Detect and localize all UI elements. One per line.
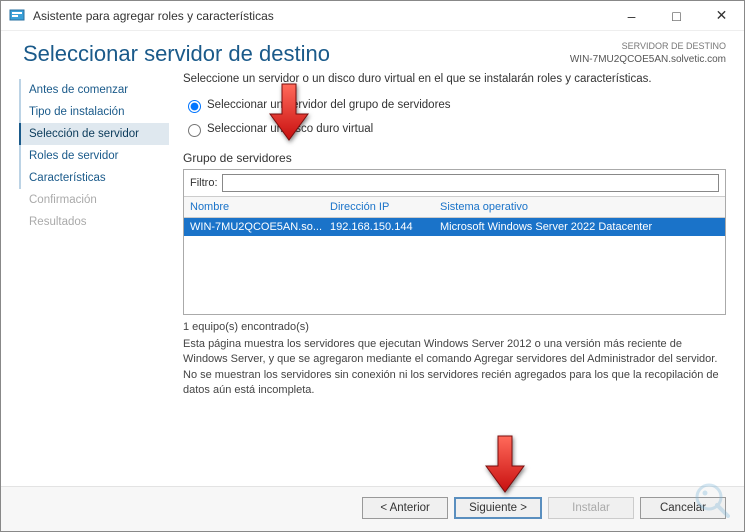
step-features[interactable]: Características <box>19 167 169 189</box>
step-install-type[interactable]: Tipo de instalación <box>19 101 169 123</box>
close-button[interactable]: ✕ <box>699 1 744 30</box>
server-pool: Filtro: Nombre Dirección IP Sistema oper… <box>183 169 726 315</box>
next-button[interactable]: Siguiente > <box>454 497 542 519</box>
step-server-selection[interactable]: Selección de servidor <box>19 123 169 145</box>
table-header: Nombre Dirección IP Sistema operativo <box>184 196 725 218</box>
radio-server-pool-input[interactable] <box>188 100 201 113</box>
cell-name: WIN-7MU2QCOE5AN.so... <box>190 221 330 233</box>
cell-ip: 192.168.150.144 <box>330 221 440 233</box>
radio-server-pool[interactable]: Seleccionar un servidor del grupo de ser… <box>183 97 726 113</box>
previous-button[interactable]: < Anterior <box>362 497 448 519</box>
step-server-roles[interactable]: Roles de servidor <box>19 145 169 167</box>
footer: < Anterior Siguiente > Instalar Cancelar <box>1 486 744 531</box>
window-title: Asistente para agregar roles y caracterí… <box>33 9 609 23</box>
step-results: Resultados <box>19 211 169 233</box>
page-title: Seleccionar servidor de destino <box>23 41 570 67</box>
window-buttons: – □ ✕ <box>609 1 744 30</box>
server-pool-label: Grupo de servidores <box>183 151 726 165</box>
filter-row: Filtro: <box>184 170 725 196</box>
table-body: WIN-7MU2QCOE5AN.so... 192.168.150.144 Mi… <box>184 218 725 314</box>
titlebar: Asistente para agregar roles y caracterí… <box>1 1 744 31</box>
count-label: 1 equipo(s) encontrado(s) <box>183 321 726 333</box>
filter-label: Filtro: <box>190 177 218 189</box>
radio-server-pool-label: Seleccionar un servidor del grupo de ser… <box>207 99 451 111</box>
col-os[interactable]: Sistema operativo <box>440 201 719 213</box>
destination-server: WIN-7MU2QCOE5AN.solvetic.com <box>570 53 726 66</box>
step-confirmation: Confirmación <box>19 189 169 211</box>
table-row[interactable]: WIN-7MU2QCOE5AN.so... 192.168.150.144 Mi… <box>184 218 725 236</box>
radio-vhd-input[interactable] <box>188 124 201 137</box>
minimize-button[interactable]: – <box>609 1 654 30</box>
destination-block: SERVIDOR DE DESTINO WIN-7MU2QCOE5AN.solv… <box>570 41 726 66</box>
sidebar: Antes de comenzar Tipo de instalación Se… <box>19 73 169 486</box>
wizard-window: Asistente para agregar roles y caracterí… <box>0 0 745 532</box>
col-ip[interactable]: Dirección IP <box>330 201 440 213</box>
radio-vhd[interactable]: Seleccionar un disco duro virtual <box>183 121 726 137</box>
cell-os: Microsoft Windows Server 2022 Datacenter <box>440 221 719 233</box>
install-button: Instalar <box>548 497 634 519</box>
footnote-text: Esta página muestra los servidores que e… <box>183 337 726 399</box>
body: Antes de comenzar Tipo de instalación Se… <box>1 73 744 486</box>
step-before-begin[interactable]: Antes de comenzar <box>19 79 169 101</box>
col-name[interactable]: Nombre <box>190 201 330 213</box>
instruction-text: Seleccione un servidor o un disco duro v… <box>183 73 726 85</box>
watermark-icon <box>691 479 733 526</box>
app-icon <box>9 8 25 24</box>
maximize-button[interactable]: □ <box>654 1 699 30</box>
radio-vhd-label: Seleccionar un disco duro virtual <box>207 123 373 135</box>
destination-label: SERVIDOR DE DESTINO <box>570 41 726 53</box>
main-panel: Seleccione un servidor o un disco duro v… <box>169 73 726 486</box>
filter-input[interactable] <box>222 174 720 192</box>
header: Seleccionar servidor de destino SERVIDOR… <box>1 31 744 73</box>
